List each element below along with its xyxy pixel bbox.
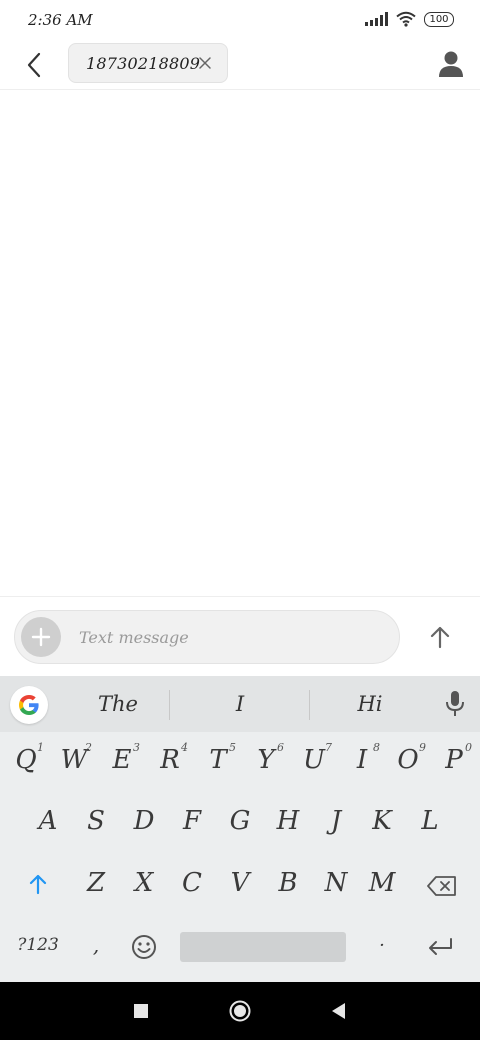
key-label: R [160, 745, 180, 775]
key-a[interactable]: A [26, 796, 70, 846]
back-button[interactable] [20, 48, 48, 82]
mic-icon[interactable] [444, 690, 466, 718]
backspace-key[interactable] [420, 861, 464, 911]
send-button[interactable] [420, 617, 460, 657]
key-label: Y [257, 745, 275, 775]
key-alt: 0 [465, 741, 472, 754]
plus-icon [31, 627, 51, 647]
enter-icon [429, 938, 452, 955]
navigation-bar [0, 982, 480, 1040]
battery-icon: 100 [424, 11, 454, 27]
recipient-chip[interactable]: 18730218809 [68, 43, 228, 83]
recents-icon [134, 1004, 148, 1018]
message-input[interactable] [79, 623, 379, 651]
suggestion-divider [309, 690, 310, 720]
key-n[interactable]: N [314, 858, 358, 908]
enter-key[interactable] [418, 922, 462, 972]
person-icon[interactable] [438, 50, 464, 78]
home-button[interactable] [225, 996, 255, 1026]
key-f[interactable]: F [170, 796, 214, 846]
key-p[interactable]: P0 [432, 735, 476, 785]
key-label: W [60, 745, 88, 775]
message-list [0, 91, 480, 596]
suggestion-2[interactable]: I [190, 684, 290, 724]
recipient-number: 18730218809 [86, 53, 201, 73]
google-button[interactable] [10, 686, 48, 724]
keyboard: The I Hi Q1 W2 E3 R4 T5 Y6 U7 I8 O9 P0 A… [0, 676, 480, 982]
back-nav-button[interactable] [324, 996, 354, 1026]
key-s[interactable]: S [74, 796, 118, 846]
key-label: O [397, 745, 419, 775]
key-alt: 3 [133, 741, 140, 754]
emoji-key[interactable] [122, 922, 166, 972]
shift-arrow-icon [29, 874, 47, 895]
symbols-key[interactable]: ?123 [12, 920, 64, 970]
key-o[interactable]: O9 [386, 735, 430, 785]
key-label: T [209, 745, 227, 775]
conversation-header: 18730218809 [0, 40, 480, 90]
key-d[interactable]: D [122, 796, 166, 846]
status-icons: 100 [365, 11, 454, 27]
key-m[interactable]: M [360, 858, 404, 908]
key-label: Q [15, 745, 37, 775]
attach-button[interactable] [21, 617, 61, 657]
key-alt: 8 [373, 741, 380, 754]
arrow-up-icon [430, 626, 450, 649]
key-t[interactable]: T5 [196, 735, 240, 785]
key-k[interactable]: K [360, 796, 404, 846]
compose-area [0, 596, 480, 676]
key-alt: 2 [85, 741, 92, 754]
shift-key[interactable] [16, 859, 60, 909]
back-triangle-icon [332, 1003, 345, 1019]
key-alt: 4 [181, 741, 188, 754]
key-alt: 6 [277, 741, 284, 754]
key-w[interactable]: W2 [52, 735, 96, 785]
key-label: U [303, 745, 325, 775]
signal-icon [365, 12, 388, 26]
key-x[interactable]: X [122, 858, 166, 908]
battery-level: 100 [429, 13, 449, 25]
suggestion-divider [169, 690, 170, 720]
close-icon[interactable] [197, 55, 213, 71]
wifi-icon [396, 11, 416, 27]
key-j[interactable]: J [314, 796, 358, 846]
key-v[interactable]: V [218, 858, 262, 908]
suggestion-3[interactable]: Hi [320, 684, 420, 724]
key-label: E [112, 745, 132, 775]
home-icon [229, 1000, 251, 1022]
key-alt: 7 [325, 741, 332, 754]
space-key[interactable] [180, 932, 346, 962]
key-i[interactable]: I8 [340, 735, 384, 785]
key-label: P [445, 745, 463, 775]
google-icon [19, 695, 39, 715]
key-h[interactable]: H [266, 796, 310, 846]
suggestion-bar: The I Hi [0, 676, 480, 732]
key-alt: 5 [229, 741, 236, 754]
emoji-icon [132, 935, 156, 959]
key-l[interactable]: L [408, 796, 452, 846]
key-u[interactable]: U7 [292, 735, 336, 785]
key-y[interactable]: Y6 [244, 735, 288, 785]
key-q[interactable]: Q1 [4, 735, 48, 785]
key-label: I [356, 745, 368, 775]
key-r[interactable]: R4 [148, 735, 192, 785]
comma-key[interactable]: , [74, 920, 118, 970]
key-alt: 1 [37, 741, 44, 754]
compose-field [14, 610, 400, 664]
key-alt: 9 [419, 741, 426, 754]
backspace-icon [427, 876, 456, 896]
key-z[interactable]: Z [74, 858, 118, 908]
key-b[interactable]: B [266, 858, 310, 908]
chevron-left-icon [27, 52, 41, 78]
key-e[interactable]: E3 [100, 735, 144, 785]
key-c[interactable]: C [170, 858, 214, 908]
key-g[interactable]: G [218, 796, 262, 846]
period-key[interactable]: · [360, 920, 404, 970]
status-time: 2:36 AM [28, 11, 93, 29]
recents-button[interactable] [126, 996, 156, 1026]
suggestion-1[interactable]: The [68, 684, 168, 724]
status-bar: 2:36 AM 100 [0, 0, 480, 40]
